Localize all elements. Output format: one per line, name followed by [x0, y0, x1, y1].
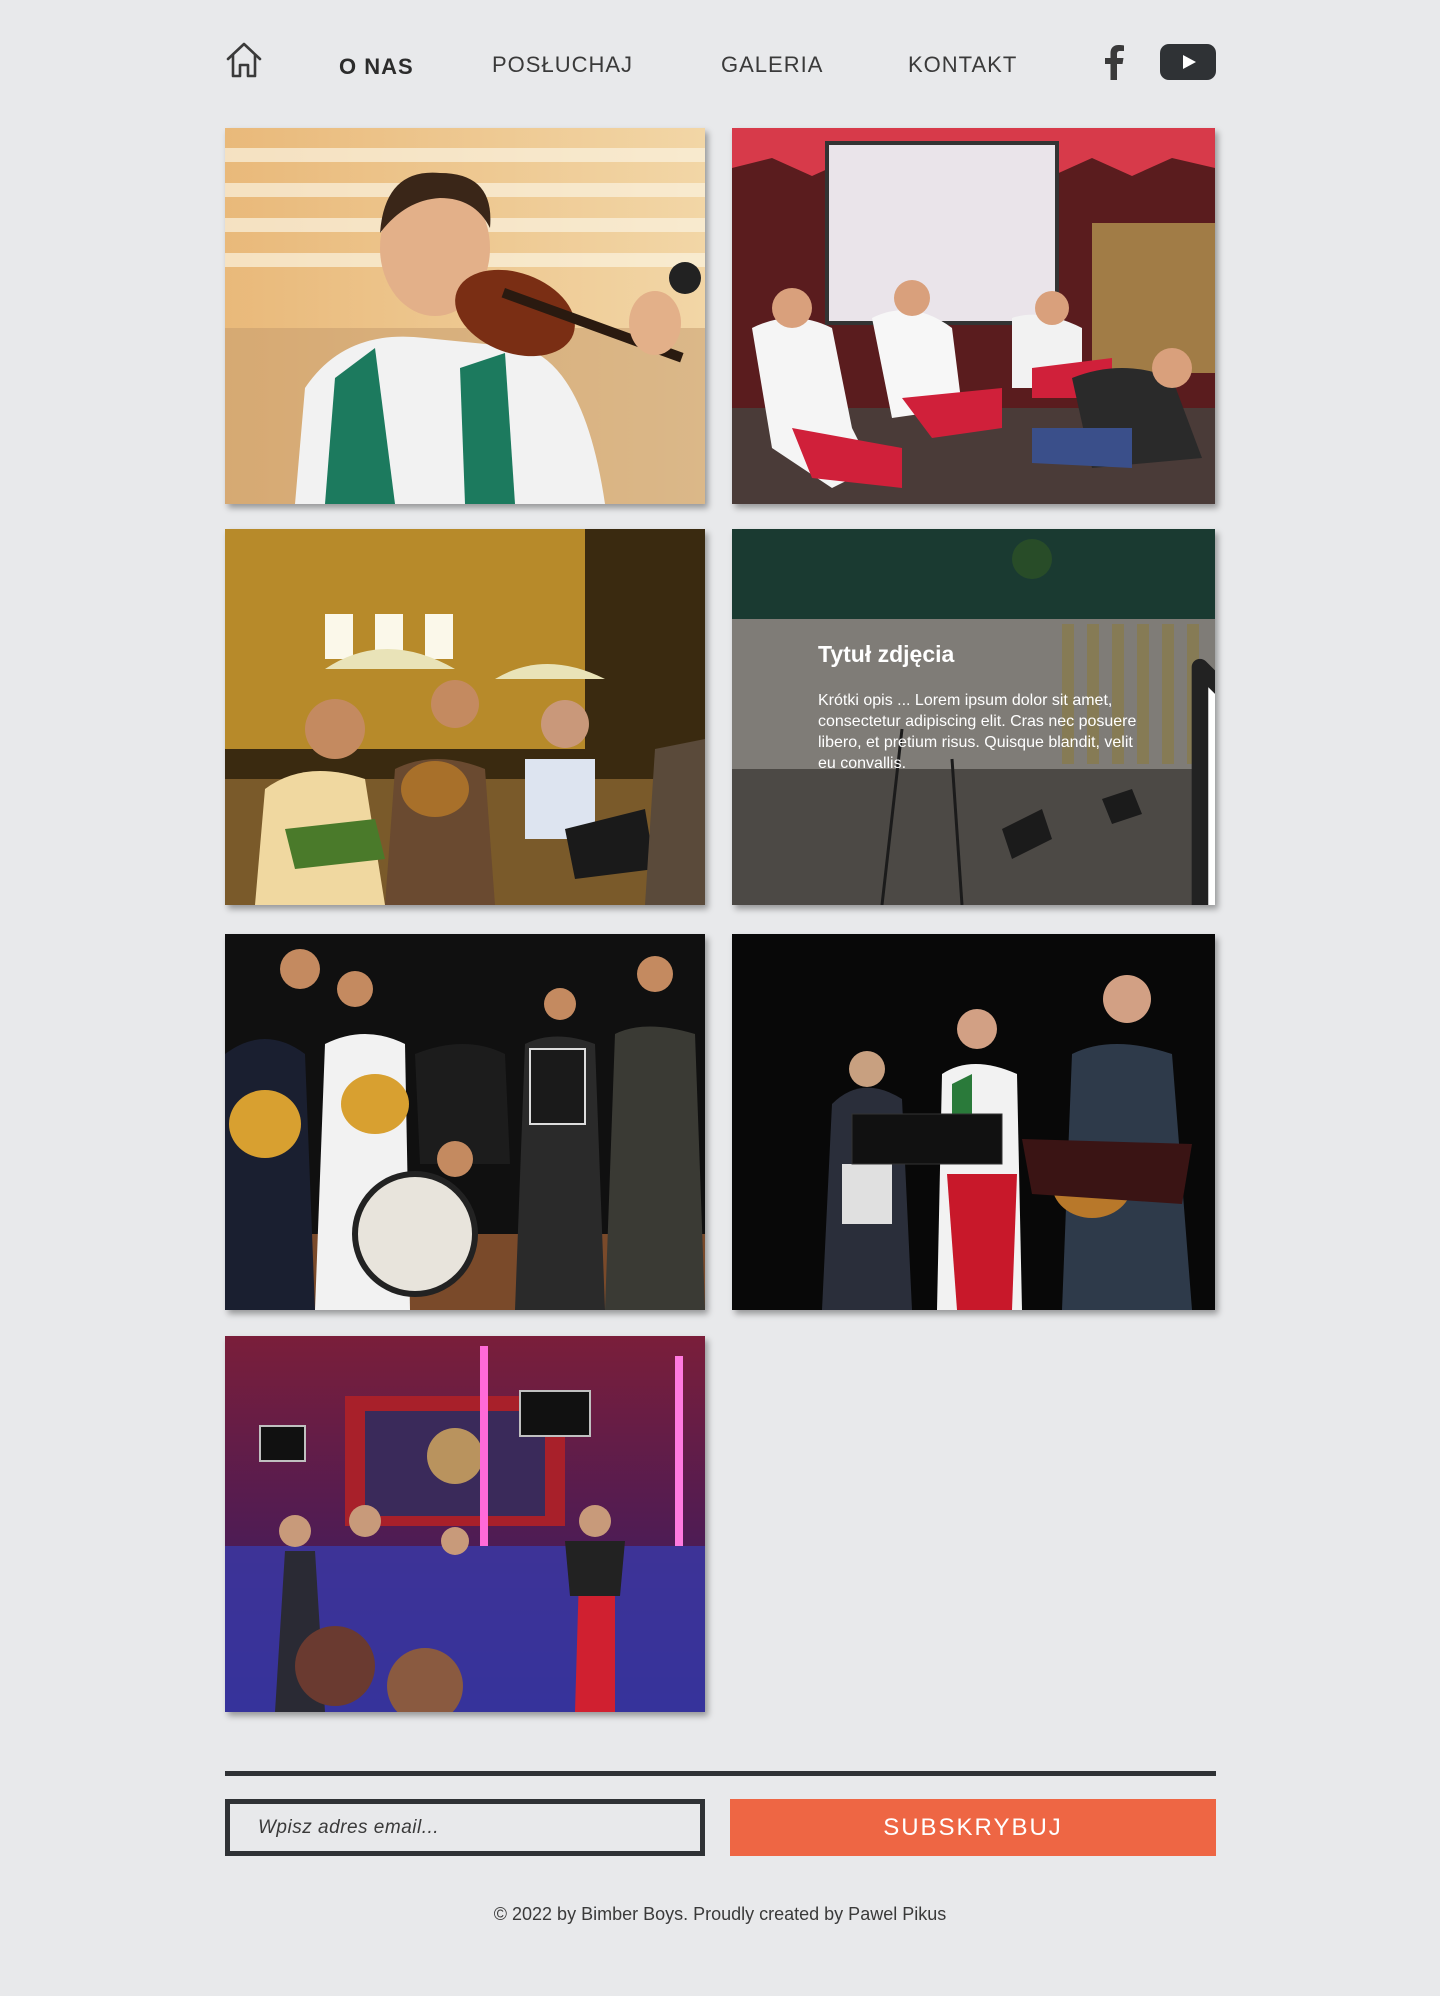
gallery-photo-club-concert[interactable] — [225, 1336, 705, 1712]
gallery-photo-violinist[interactable] — [225, 128, 705, 504]
subscribe-button[interactable]: SUBSKRYBUJ — [730, 1799, 1216, 1856]
mouse-cursor-icon — [1191, 658, 1215, 905]
photo-hover-overlay: Tytuł zdjęcia Krótki opis ... Lorem ipsu… — [732, 529, 1215, 905]
main-navigation: O NAS POSŁUCHAJ GALERIA KONTAKT — [225, 40, 1216, 88]
nav-item-kontakt[interactable]: KONTAKT — [908, 52, 1017, 78]
nav-item-galeria[interactable]: GALERIA — [721, 52, 823, 78]
gallery-photo-stage-hovered[interactable]: Tytuł zdjęcia Krótki opis ... Lorem ipsu… — [732, 529, 1215, 905]
copyright-text: © 2022 by Bimber Boys. Proudly created b… — [493, 1904, 947, 1924]
gallery-photo-band-resting[interactable] — [732, 128, 1215, 504]
gallery-photo-night-stage[interactable] — [732, 934, 1215, 1310]
photo-title: Tytuł zdjęcia — [818, 641, 955, 667]
youtube-icon[interactable] — [1160, 44, 1216, 80]
gallery-photo-street-concert[interactable] — [225, 529, 705, 905]
gallery-photo-band-studio[interactable] — [225, 934, 705, 1310]
facebook-icon[interactable] — [1103, 44, 1125, 80]
email-field[interactable] — [225, 1799, 705, 1856]
home-icon[interactable] — [225, 40, 263, 80]
nav-item-posluchaj[interactable]: POSŁUCHAJ — [492, 52, 633, 78]
nav-item-o-nas[interactable]: O NAS — [339, 54, 414, 80]
footer-divider — [225, 1771, 1216, 1776]
